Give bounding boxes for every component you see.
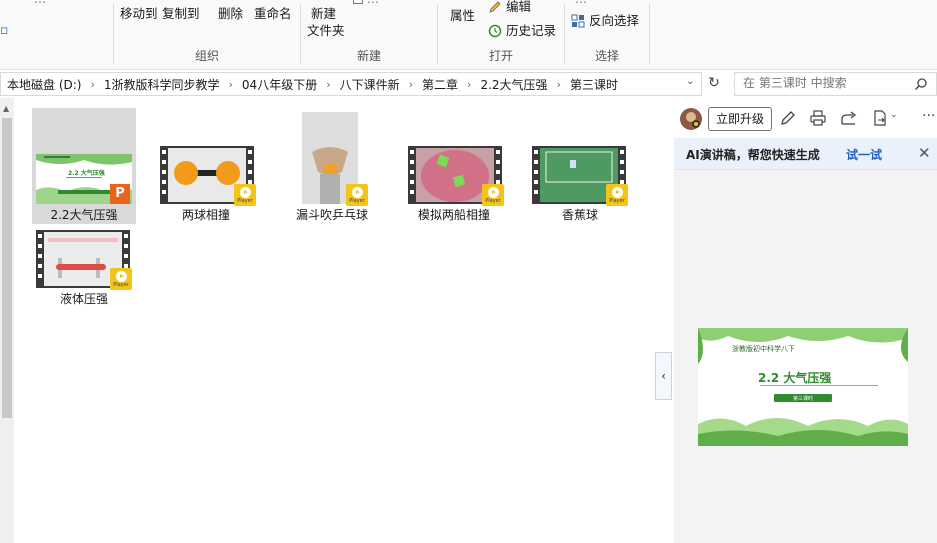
- ribbon-clipped-text: …: [353, 0, 379, 6]
- breadcrumb-separator-icon[interactable]: ›: [326, 78, 330, 91]
- file-name[interactable]: 液体压强: [32, 290, 136, 307]
- file-item[interactable]: Player 漏斗吹乒乓球: [280, 108, 384, 224]
- file-name[interactable]: 两球相撞: [154, 206, 258, 223]
- address-bar[interactable]: 本地磁盘 (D:) › 1浙教版科学同步教学 › 04八年级下册 › 八下课件新…: [0, 72, 702, 96]
- ai-banner: AI演讲稿，帮您快速生成 试一试 ✕: [674, 138, 937, 170]
- slide-button-label: 第三课时: [792, 396, 813, 402]
- breadcrumb-separator-icon[interactable]: ›: [467, 78, 471, 91]
- upgrade-button[interactable]: 立即升级: [708, 107, 772, 131]
- edit-icon: [489, 1, 501, 13]
- ribbon-group-new: 新建 文件夹 … 新建: [301, 0, 437, 70]
- scrollbar-thumb[interactable]: [2, 118, 12, 418]
- slide-preview: 浙教版初中科学八下 2.2 大气压强 第三课时: [698, 328, 908, 446]
- address-dropdown-icon[interactable]: ⌄: [686, 76, 694, 87]
- history-icon: [488, 24, 502, 38]
- player-badge-icon: Player: [346, 184, 368, 206]
- breadcrumb-item[interactable]: 1浙教版科学同步教学: [104, 76, 220, 93]
- edit-icon[interactable]: [780, 110, 796, 126]
- address-row: 本地磁盘 (D:) › 1浙教版科学同步教学 › 04八年级下册 › 八下课件新…: [0, 72, 937, 96]
- collapse-preview-button[interactable]: ‹: [655, 352, 672, 400]
- breadcrumb-separator-icon[interactable]: ›: [229, 78, 233, 91]
- breadcrumb-item[interactable]: 2.2大气压强: [480, 76, 547, 93]
- file-item[interactable]: Player 模拟两船相撞: [402, 108, 506, 224]
- group-label-open: 打开: [488, 49, 513, 63]
- export-icon[interactable]: [872, 110, 888, 126]
- breadcrumb-separator-icon[interactable]: ›: [557, 78, 561, 91]
- ribbon-clipped-text: …: [575, 0, 587, 6]
- slide-graphic: [698, 328, 908, 446]
- breadcrumb-separator-icon[interactable]: ›: [90, 78, 94, 91]
- file-list: 2.2 大气压强 P 2.2大气压强 Player 两球相撞 Player 漏斗…: [14, 98, 654, 543]
- search-input[interactable]: [743, 76, 913, 90]
- breadcrumb-item[interactable]: 04八年级下册: [242, 76, 317, 93]
- group-label-select: 选择: [594, 49, 619, 63]
- file-item[interactable]: Player 香蕉球: [528, 108, 632, 224]
- ribbon: … ▫ 移动到 ⌄ 复制到 删除 重命名 组织 新建 文件夹 … 新建 属性 编…: [0, 0, 937, 70]
- player-badge-icon: Player: [606, 184, 628, 206]
- ribbon-group-select: … 反向选择 选择: [565, 0, 649, 70]
- rename-button[interactable]: 重命名: [254, 3, 292, 22]
- breadcrumb-item-current[interactable]: 第三课时: [570, 76, 618, 93]
- edit-button[interactable]: 编辑: [488, 0, 531, 15]
- invert-selection-button[interactable]: 反向选择: [571, 10, 639, 29]
- slide-title: 2.2 大气压强: [758, 371, 832, 385]
- ai-banner-text: AI演讲稿，帮您快速生成: [686, 148, 820, 162]
- copy-to-button[interactable]: 复制到: [162, 3, 200, 22]
- file-item[interactable]: Player 两球相撞: [154, 108, 258, 224]
- ribbon-group-open: 属性 编辑 历史记录 打开: [438, 0, 564, 70]
- avatar[interactable]: [680, 108, 702, 130]
- checkbox-icon[interactable]: [353, 0, 363, 4]
- ai-try-link[interactable]: 试一试: [846, 146, 882, 163]
- properties-button[interactable]: 属性: [450, 5, 475, 24]
- move-to-button[interactable]: 移动到: [120, 3, 158, 22]
- refresh-icon[interactable]: ↻: [704, 72, 724, 96]
- ppt-slide-title: 2.2 大气压强: [68, 170, 105, 177]
- slide-subtitle: 浙教版初中科学八下: [732, 345, 795, 353]
- ribbon-clipped-icon: ▫: [0, 22, 9, 37]
- preview-toolbar: 立即升级 ⌄ ···: [674, 98, 937, 138]
- close-icon[interactable]: ✕: [918, 144, 931, 162]
- breadcrumb-item[interactable]: 第二章: [422, 76, 458, 93]
- scroll-up-icon[interactable]: ▲: [3, 104, 9, 113]
- share-icon[interactable]: [840, 110, 858, 126]
- player-badge-icon: Player: [110, 268, 132, 290]
- search-box[interactable]: [734, 72, 937, 96]
- more-options-icon[interactable]: ···: [922, 108, 935, 124]
- file-name[interactable]: 漏斗吹乒乓球: [280, 206, 384, 223]
- ribbon-group-organize: 移动到 ⌄ 复制到 删除 重命名 组织: [114, 0, 300, 70]
- player-badge-icon: Player: [234, 184, 256, 206]
- group-label-new: 新建: [356, 49, 381, 63]
- history-button[interactable]: 历史记录: [488, 20, 556, 39]
- new-folder-button-line2[interactable]: 文件夹: [307, 20, 345, 39]
- breadcrumb-separator-icon[interactable]: ›: [409, 78, 413, 91]
- player-badge-icon: Player: [482, 184, 504, 206]
- delete-button[interactable]: 删除: [218, 3, 243, 22]
- file-name[interactable]: 香蕉球: [528, 206, 632, 223]
- preview-pane: 立即升级 ⌄ ··· AI演讲稿，帮您快速生成 试一试 ✕ 浙教版初中科学八下 …: [674, 98, 937, 543]
- invert-selection-icon: [571, 14, 585, 28]
- breadcrumb-item[interactable]: 本地磁盘 (D:): [7, 76, 81, 93]
- print-icon[interactable]: [810, 110, 826, 126]
- breadcrumb-item[interactable]: 八下课件新: [340, 76, 400, 93]
- group-label-organize: 组织: [194, 49, 219, 63]
- file-name[interactable]: 模拟两船相撞: [402, 206, 506, 223]
- file-item[interactable]: Player 液体压强: [32, 192, 136, 308]
- export-dropdown-icon[interactable]: ⌄: [890, 110, 898, 120]
- ribbon-clipped-text: …: [34, 0, 46, 6]
- ribbon-separator: [649, 4, 650, 64]
- nav-pane-scrollbar[interactable]: ▲: [0, 98, 14, 543]
- search-icon[interactable]: [914, 77, 928, 91]
